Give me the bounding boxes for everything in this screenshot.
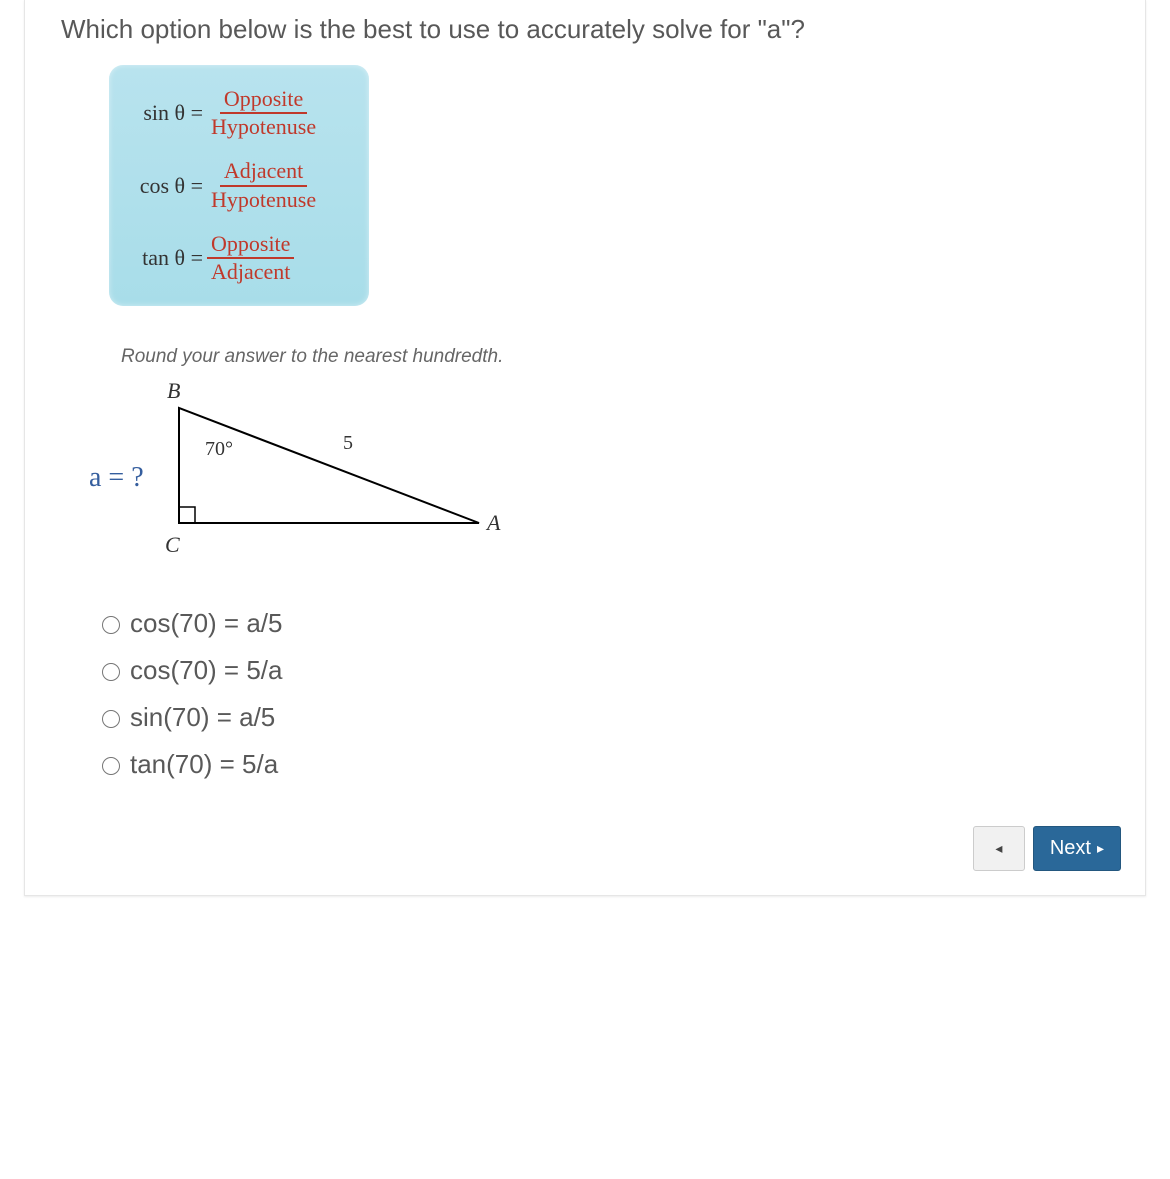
prev-button[interactable]: ◂ — [973, 826, 1025, 871]
chevron-left-icon: ◂ — [995, 840, 1002, 857]
formula-sin-den: Hypotenuse — [207, 114, 320, 139]
side-a-label: a = ? — [89, 462, 144, 494]
formula-tan-lhs: tan θ = — [125, 245, 207, 271]
option-3-radio[interactable] — [102, 710, 120, 728]
instruction-text: Round your answer to the nearest hundred… — [121, 346, 1145, 368]
formula-cos-fraction: Adjacent Hypotenuse — [207, 159, 320, 211]
question-text: Which option below is the best to use to… — [25, 0, 1145, 65]
formula-sin-fraction: Opposite Hypotenuse — [207, 87, 320, 139]
option-1[interactable]: cos(70) = a/5 — [97, 608, 1145, 639]
option-1-radio[interactable] — [102, 616, 120, 634]
question-panel: Which option below is the best to use to… — [24, 0, 1146, 896]
option-4-radio[interactable] — [102, 757, 120, 775]
triangle-figure: a = ? B C A 70° 5 — [89, 378, 529, 578]
formula-sin-num: Opposite — [220, 87, 307, 114]
option-2-label: cos(70) = 5/a — [130, 655, 282, 686]
formula-tan-fraction: Opposite Adjacent — [207, 232, 294, 284]
option-3[interactable]: sin(70) = a/5 — [97, 702, 1145, 733]
option-2[interactable]: cos(70) = 5/a — [97, 655, 1145, 686]
option-4[interactable]: tan(70) = 5/a — [97, 749, 1145, 780]
option-1-label: cos(70) = a/5 — [130, 608, 282, 639]
formula-cos-num: Adjacent — [220, 159, 307, 186]
nav-footer: ◂ Next ▸ — [25, 796, 1145, 871]
chevron-right-icon: ▸ — [1097, 840, 1104, 857]
option-3-label: sin(70) = a/5 — [130, 702, 275, 733]
formula-cos-lhs: cos θ = — [125, 173, 207, 199]
trig-formula-card: sin θ = Opposite Hypotenuse cos θ = Adja… — [109, 65, 369, 306]
triangle-svg — [169, 398, 489, 538]
formula-cos-den: Hypotenuse — [207, 187, 320, 212]
formula-tan-den: Adjacent — [207, 259, 294, 284]
answer-options: cos(70) = a/5 cos(70) = 5/a sin(70) = a/… — [97, 608, 1145, 780]
next-button-label: Next — [1050, 837, 1091, 860]
formula-cos: cos θ = Adjacent Hypotenuse — [125, 159, 353, 211]
vertex-a-label: A — [487, 510, 500, 536]
option-4-label: tan(70) = 5/a — [130, 749, 278, 780]
formula-tan-num: Opposite — [207, 232, 294, 259]
next-button[interactable]: Next ▸ — [1033, 826, 1121, 871]
formula-tan: tan θ = Opposite Adjacent — [125, 232, 353, 284]
formula-sin-lhs: sin θ = — [125, 100, 207, 126]
option-2-radio[interactable] — [102, 663, 120, 681]
formula-sin: sin θ = Opposite Hypotenuse — [125, 87, 353, 139]
